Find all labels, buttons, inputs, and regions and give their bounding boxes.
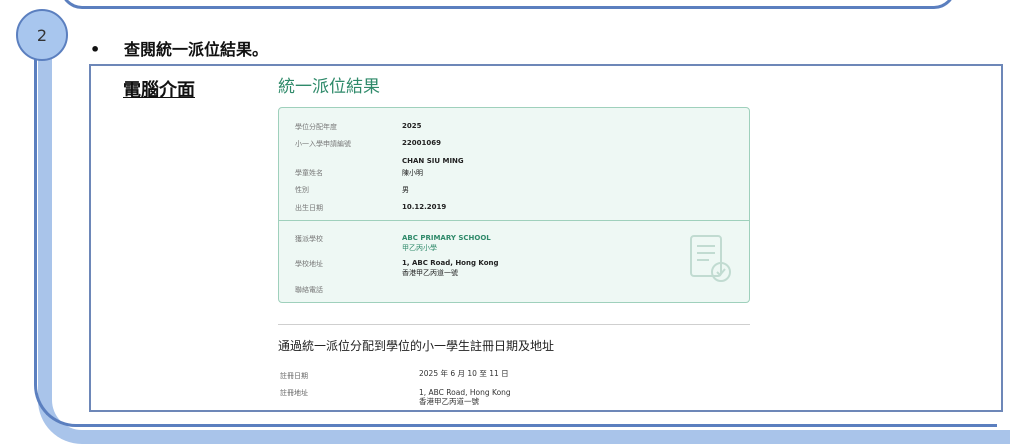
- registration-address-label: 註冊地址: [280, 389, 308, 397]
- school-address-label: 學校地址: [295, 260, 323, 268]
- application-number-value: 22001069: [402, 139, 441, 147]
- student-name-en: CHAN SIU MING: [402, 157, 464, 165]
- registration-address-en: 1, ABC Road, Hong Kong: [419, 388, 511, 397]
- year-value: 2025: [402, 122, 422, 130]
- registration-address-zh: 香港甲乙丙道一號: [419, 397, 479, 406]
- school-label: 獲派學校: [295, 235, 323, 243]
- application-number-label: 小一入學申請編號: [295, 140, 351, 148]
- page-title: 統一派位結果: [278, 77, 380, 97]
- registration-date-value: 2025 年 6 月 10 至 11 日: [419, 369, 509, 378]
- card-divider: [279, 220, 749, 221]
- document-check-icon: [690, 235, 731, 282]
- computer-interface-label: 電腦介面: [123, 80, 195, 101]
- section-separator: [278, 324, 750, 325]
- result-screenshot: 電腦介面 統一派位結果 學位分配年度 2025 小一入學申請編號 2200106…: [89, 64, 1003, 412]
- bullet-icon: •: [90, 40, 101, 59]
- student-name-zh: 陳小明: [402, 169, 423, 177]
- registration-title: 通過統一派位分配到學位的小一學生註冊日期及地址: [278, 339, 555, 353]
- instruction-text: 查閱統一派位結果。: [124, 40, 269, 59]
- school-name-en: ABC PRIMARY SCHOOL: [402, 234, 491, 242]
- step-instruction: • 查閱統一派位結果。: [90, 36, 268, 60]
- gender-label: 性別: [295, 186, 309, 194]
- registration-date-label: 註冊日期: [280, 372, 308, 380]
- student-name-label: 學童姓名: [295, 169, 323, 177]
- year-label: 學位分配年度: [295, 123, 337, 131]
- dob-label: 出生日期: [295, 204, 323, 212]
- step-number-badge: 2: [16, 9, 68, 61]
- phone-label: 聯絡電話: [295, 286, 323, 294]
- allocation-result-card: 學位分配年度 2025 小一入學申請編號 22001069 CHAN SIU M…: [278, 107, 750, 303]
- school-address-zh: 香港甲乙丙道一號: [402, 269, 458, 277]
- gender-value: 男: [402, 186, 409, 194]
- school-name-zh: 甲乙丙小學: [402, 244, 437, 252]
- dob-value: 10.12.2019: [402, 203, 447, 211]
- school-address-en: 1, ABC Road, Hong Kong: [402, 259, 499, 267]
- previous-step-frame: [60, 0, 956, 9]
